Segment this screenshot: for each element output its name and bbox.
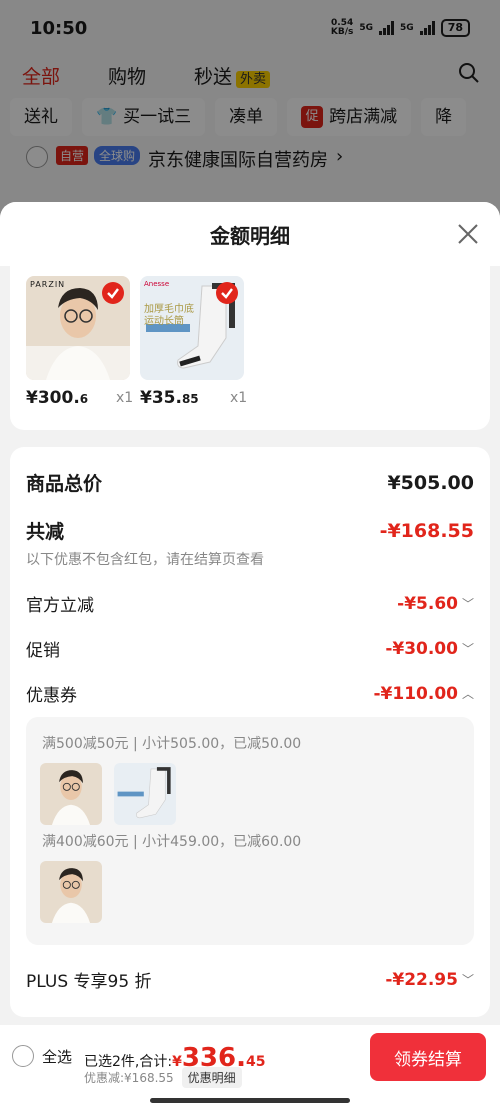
select-all[interactable]: 全选 [12,1045,72,1067]
chevron-down-icon: ﹀ [461,973,474,987]
check-icon [102,282,124,304]
chevron-up-icon: ︿ [461,687,474,701]
product-image-sock: Anesse 加厚毛巾底运动长筒 [140,276,244,380]
price-detail-card: 商品总价 ¥505.00 共减 -¥168.55 以下优惠不包含红包，请在结算页… [10,447,490,1017]
home-indicator [150,1098,350,1103]
product-qty: x1 [230,390,248,406]
coupon-product-thumb [40,861,102,923]
brand-label: PARZIN [30,280,66,289]
product-qty: x1 [116,390,134,406]
select-all-radio[interactable] [12,1045,34,1067]
discount-note: 以下优惠不包含红包，请在结算页查看 [26,552,264,568]
product-price: ¥35.85 [140,388,199,408]
checkout-button[interactable]: 领券结算 [370,1033,486,1081]
coupon-product-thumb [114,763,176,825]
product-item[interactable]: PARZIN ¥300.6 x1 [26,276,133,408]
product-price: ¥300.6 [26,388,89,408]
coupon-detail-box: 满500减50元 | 小计505.00，已减50.00 满400减60元 | 小… [26,717,474,945]
brand-label: Anesse [144,280,170,288]
discount-detail-button[interactable]: 优惠明细 [181,1067,242,1088]
product-image-glasses: PARZIN [26,276,130,380]
plus-discount-row[interactable]: PLUS 专享95 折 -¥22.95 ﹀ [26,967,474,993]
total-reduction-row: 共减 -¥168.55 [26,519,474,544]
coupon-rule: 满400减60元 | 小计459.00，已减60.00 [42,834,302,850]
coupon-rule: 满500减50元 | 小计505.00，已减50.00 [42,736,302,752]
sheet-header: 金额明细 [0,202,500,266]
coupon-row[interactable]: 优惠券 -¥110.00 ︿ [26,681,474,707]
coupon-product-thumb [40,763,102,825]
chevron-down-icon: ﹀ [461,597,474,611]
discount-summary: 优惠减:¥168.55 优惠明细 [84,1067,242,1088]
official-discount-row[interactable]: 官方立减 -¥5.60 ﹀ [26,591,474,617]
close-icon[interactable] [456,222,480,246]
check-icon [216,282,238,304]
products-card: PARZIN ¥300.6 x1 Anesse 加厚毛巾底运动长筒 ¥35.85 [10,266,490,430]
sock-promo-text: 加厚毛巾底运动长筒 [144,304,194,327]
chevron-down-icon: ﹀ [461,642,474,656]
promotion-row[interactable]: 促销 -¥30.00 ﹀ [26,636,474,662]
sheet-title: 金额明细 [210,223,290,248]
amount-detail-sheet: 金额明细 PARZIN ¥300.6 x1 Anesse 加厚毛巾底运动长筒 ¥… [0,202,500,1111]
goods-total-row: 商品总价 ¥505.00 [26,471,474,496]
product-item[interactable]: Anesse 加厚毛巾底运动长筒 ¥35.85 x1 [140,276,247,408]
